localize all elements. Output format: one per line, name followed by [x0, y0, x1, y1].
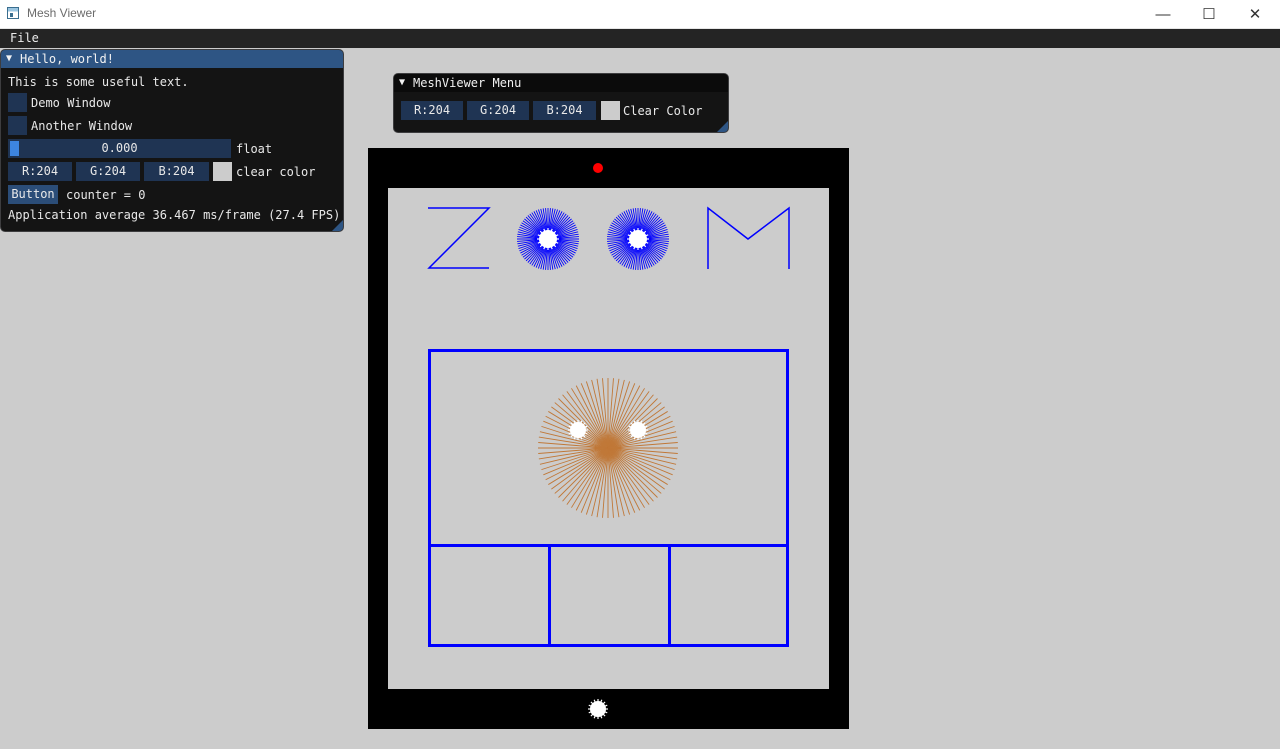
menu-file[interactable]: File — [10, 31, 39, 45]
app-icon — [7, 7, 19, 19]
mesh-clear-color-b-field[interactable]: B:204 — [533, 101, 596, 120]
slider-grab-handle[interactable] — [10, 141, 19, 156]
zoom-o-glyph — [607, 208, 669, 270]
clear-color-label: clear color — [236, 165, 316, 179]
counter-text: counter = 0 — [66, 188, 146, 202]
minimize-icon[interactable]: — — [1140, 0, 1186, 28]
another-window-checkbox[interactable] — [8, 116, 27, 135]
hello-window-title-bar[interactable]: ▼ Hello, world! — [1, 50, 343, 68]
float-slider-label: float — [236, 142, 273, 156]
collapse-arrow-icon[interactable]: ▼ — [399, 74, 405, 92]
another-window-label: Another Window — [31, 119, 133, 133]
useful-text: This is some useful text. — [8, 75, 189, 89]
clear-color-b-field[interactable]: B:204 — [144, 162, 209, 181]
meshviewer-menu-window: ▼ MeshViewer Menu R:204 G:204 B:204 Clea… — [393, 73, 729, 133]
mesh-clear-color-label: Clear Color — [623, 104, 703, 118]
hello-window-title: Hello, world! — [20, 52, 114, 66]
mesh-clear-color-swatch[interactable] — [601, 101, 620, 120]
sunburst-face — [538, 378, 678, 518]
demo-window-checkbox[interactable] — [8, 93, 27, 112]
hello-world-window: ▼ Hello, world! This is some useful text… — [0, 49, 344, 232]
counter-button[interactable]: Button — [8, 185, 58, 204]
collapse-arrow-icon[interactable]: ▼ — [6, 50, 12, 68]
clear-color-r-field[interactable]: R:204 — [8, 162, 72, 181]
float-slider-value: 0.000 — [101, 141, 138, 155]
mesh-clear-color-r-field[interactable]: R:204 — [401, 101, 463, 120]
window-title: Mesh Viewer — [27, 6, 97, 20]
fps-text: Application average 36.467 ms/frame (27.… — [8, 208, 341, 222]
resize-grip-icon[interactable] — [717, 121, 728, 132]
resize-grip-icon[interactable] — [332, 220, 343, 231]
float-slider[interactable]: 0.000 — [8, 139, 231, 158]
clear-color-swatch[interactable] — [213, 162, 232, 181]
meshviewer-window-title: MeshViewer Menu — [413, 76, 522, 90]
main-menu-bar: File — [0, 29, 1280, 48]
demo-window-label: Demo Window — [31, 96, 111, 110]
home-button-icon[interactable] — [588, 699, 608, 719]
record-dot-icon — [593, 163, 603, 173]
zoom-o-glyph — [517, 208, 579, 270]
close-icon[interactable]: ✕ — [1232, 0, 1278, 28]
meshviewer-window-title-bar[interactable]: ▼ MeshViewer Menu — [394, 74, 728, 92]
maximize-icon[interactable]: ☐ — [1186, 0, 1232, 28]
clear-color-g-field[interactable]: G:204 — [76, 162, 140, 181]
mesh-clear-color-g-field[interactable]: G:204 — [467, 101, 529, 120]
window-title-bar: Mesh Viewer — ☐ ✕ — [0, 0, 1280, 29]
